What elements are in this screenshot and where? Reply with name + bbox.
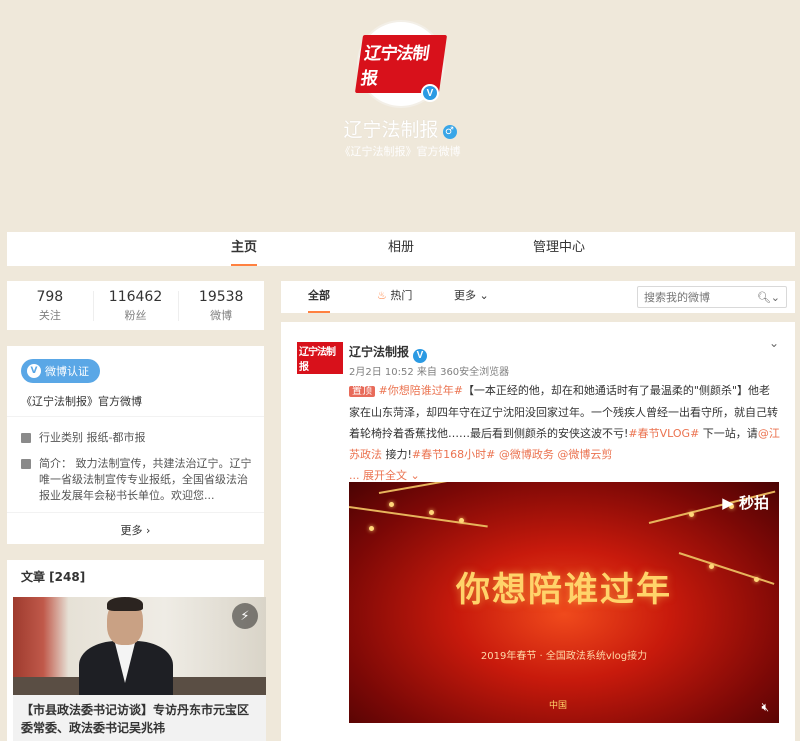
miaopai-logo: ▶ 秒拍 [722, 494, 769, 512]
verified-icon: V [413, 348, 428, 363]
mention-link[interactable]: @微博政务 [499, 448, 554, 461]
chevron-down-icon[interactable]: ⌄ [769, 336, 779, 350]
mute-icon[interactable]: 🔇︎ [761, 700, 769, 715]
post-text: 置顶 #你想陪谁过年#【一本正经的他，却在和她通话时有了最温柔的"侧颜杀"】他老… [349, 380, 781, 486]
mention-link[interactable]: @微博云剪 [557, 448, 612, 461]
articles-panel: 文章 [248] ⚡ 【市县政法委书记访谈】专访丹东市元宝区委常委、政法委书记吴… [7, 560, 266, 741]
video-channel-logo: 中国 [549, 701, 568, 711]
profile-description: 《辽宁法制报》官方微博 [339, 145, 461, 158]
feed-tabs: 全部 ♨ 热门 更多 ⌄ 🔍︎⌄ [281, 281, 795, 313]
post-avatar[interactable]: 辽宁法制报 [297, 342, 343, 374]
articles-header: 文章 [248] [21, 570, 86, 584]
post-time[interactable]: 2月2日 10:52 来自 360安全浏览器 [349, 363, 509, 378]
stat-value: 116462 [108, 289, 163, 305]
stat-followers[interactable]: 116462 粉丝 [92, 281, 179, 330]
verified-icon: V [423, 86, 437, 100]
blossom [369, 526, 374, 531]
profile-name-text: 辽宁法制报 [343, 119, 439, 141]
stat-following[interactable]: 798 关注 [7, 281, 93, 330]
hashtag-link[interactable]: #春节168小时# [412, 448, 495, 461]
article-image[interactable]: ⚡ [13, 597, 266, 695]
info-panel: V 微博认证 《辽宁法制报》官方微博 行业类别 报纸-都市报 简介： 致力法制宣… [7, 346, 264, 544]
stat-posts[interactable]: 19538 微博 [178, 281, 264, 330]
weibo-verify-button[interactable]: V 微博认证 [21, 359, 100, 383]
tab-all[interactable]: 全部 [308, 281, 330, 313]
video-title: 你想陪谁过年 [456, 570, 672, 610]
blossom [689, 512, 694, 517]
post-body: 接力! [382, 448, 412, 461]
verify-text: 《辽宁法制报》官方微博 [21, 395, 142, 408]
blossom [389, 502, 394, 507]
divider [7, 416, 264, 417]
post-body: 下一站，请 [699, 427, 758, 440]
verify-icon: V [27, 364, 41, 378]
tab-album[interactable]: 相册 [388, 232, 414, 266]
search-icon[interactable]: 🔍︎⌄ [757, 291, 780, 304]
intro-text: 简介： 致力法制宣传，共建法治辽宁。辽宁唯一省级法制宣传专业报纸，全国省级法治报… [39, 457, 252, 502]
tab-manage[interactable]: 管理中心 [533, 232, 585, 266]
stat-label: 微博 [210, 309, 233, 322]
blossom [429, 510, 434, 515]
intro-row: 简介： 致力法制宣传，共建法治辽宁。辽宁唯一省级法制宣传专业报纸，全国省级法治报… [21, 456, 257, 504]
video-brand: 秒拍 [738, 494, 769, 512]
video-subtitle: 2019年春节 · 全国政法系统vlog接力 [480, 651, 648, 662]
post-video[interactable]: 你想陪谁过年 2019年春节 · 全国政法系统vlog接力 ▶ 秒拍 中国 🔇︎ [349, 482, 779, 723]
profile-nav: 主页 相册 管理中心 [7, 232, 795, 266]
profile-avatar[interactable]: 辽宁法制报 V [354, 20, 448, 108]
lightning-icon: ⚡ [232, 603, 258, 629]
article-title[interactable]: 【市县政法委书记访谈】专访丹东市元宝区委常委、政法委书记吴兆祎 [13, 695, 266, 741]
feed-post: 辽宁法制报 辽宁法制报 V 2月2日 10:52 来自 360安全浏览器 ⌄ 置顶… [281, 322, 795, 741]
hashtag-link[interactable]: #春节VLOG# [628, 427, 699, 440]
industry-text: 行业类别 报纸-都市报 [39, 431, 146, 444]
post-author[interactable]: 辽宁法制报 V [349, 343, 428, 363]
person-hair [107, 597, 143, 611]
stat-label: 粉丝 [124, 309, 147, 322]
verified-badge: V [421, 84, 439, 102]
gender-male-icon: ♂ [442, 124, 457, 139]
hashtag-link[interactable]: #你想陪谁过年# [379, 384, 463, 397]
plum-branch [349, 506, 488, 528]
stat-value: 798 [36, 289, 64, 305]
stat-label: 关注 [38, 309, 61, 322]
stat-value: 19538 [198, 289, 244, 305]
flame-icon: ♨ [377, 289, 387, 302]
post-avatar-logo: 辽宁法制报 [297, 342, 343, 374]
tab-home[interactable]: 主页 [231, 232, 258, 266]
more-info-link[interactable]: 更多 › [7, 522, 264, 538]
verify-label: 微博认证 [45, 365, 89, 378]
post-author-name: 辽宁法制报 [349, 345, 410, 359]
divider [7, 512, 264, 513]
industry-row: 行业类别 报纸-都市报 [21, 430, 257, 446]
profile-name: 辽宁法制报 ♂ [0, 115, 800, 142]
tab-hot[interactable]: ♨ 热门 [377, 281, 412, 313]
stats-panel: 798 关注 116462 粉丝 19538 微博 [7, 281, 264, 330]
tab-more-label: 更多 [454, 289, 476, 302]
blossom [459, 518, 464, 523]
briefcase-icon [21, 433, 31, 443]
chevron-down-icon: ⌄ [479, 289, 489, 302]
expand-link[interactable]: ... 展开全文 ⌄ [349, 469, 420, 482]
tab-hot-label: 热门 [390, 289, 413, 302]
plum-branch [378, 482, 468, 494]
pinned-badge: 置顶 [349, 386, 375, 397]
tab-more[interactable]: 更多 ⌄ [454, 281, 489, 313]
post-search-box[interactable]: 🔍︎⌄ [637, 286, 787, 308]
post-search-input[interactable] [644, 290, 757, 304]
pencil-icon [21, 459, 31, 469]
